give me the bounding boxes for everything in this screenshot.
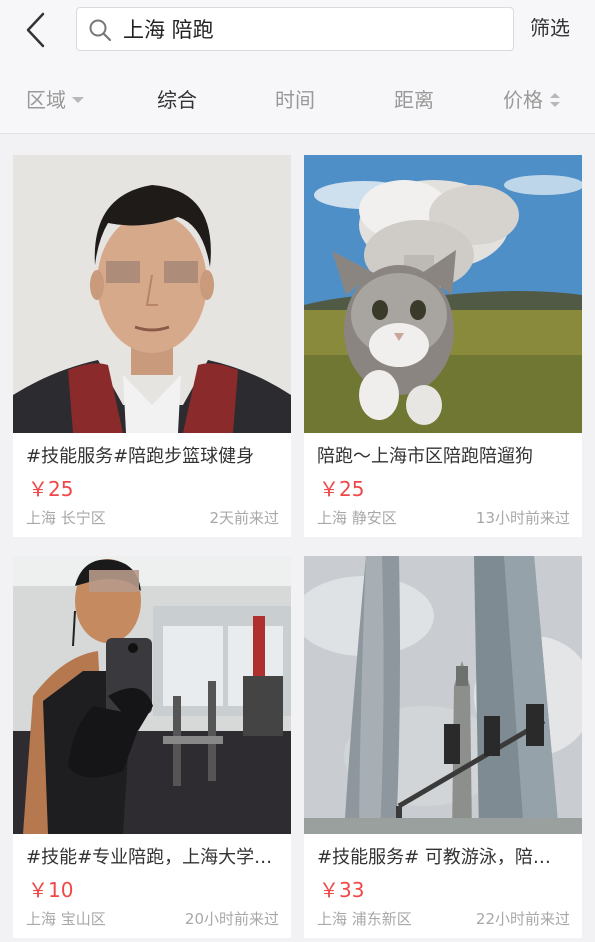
listing-card[interactable]: #技能服务#陪跑步篮球健身 ￥25 上海 长宁区 2天前来过: [13, 155, 291, 537]
listing-last-active: 2天前来过: [209, 509, 279, 527]
listing-last-active: 22小时前来过: [475, 910, 570, 928]
listing-photo-gym-selfie: [13, 556, 291, 834]
chevron-left-icon: [26, 12, 45, 48]
listing-photo-cat: [304, 155, 582, 433]
sort-updown-icon: [550, 93, 560, 107]
listing-photo-shanghai-towers: [304, 556, 582, 834]
listing-location: 上海 浦东新区: [317, 910, 412, 928]
sort-tabs: 区域 综合 时间 距离 价格: [0, 66, 595, 134]
tab-distance[interactable]: 距离: [394, 66, 434, 134]
listing-last-active: 20小时前来过: [184, 910, 279, 928]
listing-location: 上海 宝山区: [26, 910, 106, 928]
tab-distance-label: 距离: [394, 88, 434, 112]
tab-region[interactable]: 区域: [26, 66, 84, 134]
tab-region-label: 区域: [26, 88, 66, 112]
listing-price: ￥33: [319, 878, 365, 902]
listing-card[interactable]: 陪跑～上海市区陪跑陪遛狗 ￥25 上海 静安区 13小时前来过: [304, 155, 582, 537]
tab-overall[interactable]: 综合: [157, 66, 197, 134]
listing-title: #技能服务#陪跑步篮球健身: [26, 446, 255, 467]
listing-last-active: 13小时前来过: [475, 509, 570, 527]
listing-card[interactable]: #技能#专业陪跑，上海大学… ￥10 上海 宝山区 20小时前来过: [13, 556, 291, 938]
tab-time[interactable]: 时间: [275, 66, 315, 134]
listing-price: ￥10: [28, 878, 74, 902]
search-input[interactable]: 上海 陪跑: [76, 7, 514, 51]
listing-price: ￥25: [28, 477, 74, 501]
tab-time-label: 时间: [275, 88, 315, 112]
listing-title: #技能服务# 可教游泳，陪…: [317, 847, 551, 868]
listing-title: #技能#专业陪跑，上海大学…: [26, 847, 273, 868]
listing-card[interactable]: #技能服务# 可教游泳，陪… ￥33 上海 浦东新区 22小时前来过: [304, 556, 582, 938]
search-icon: [89, 19, 112, 42]
tab-price-label: 价格: [503, 88, 543, 112]
top-bar: 上海 陪跑 筛选: [0, 0, 595, 66]
back-button[interactable]: [18, 10, 58, 50]
listing-title: 陪跑～上海市区陪跑陪遛狗: [317, 446, 533, 467]
caret-down-icon: [72, 97, 84, 103]
filter-button[interactable]: 筛选: [530, 8, 570, 48]
listing-photo-man-portrait: [13, 155, 291, 433]
listing-location: 上海 静安区: [317, 509, 397, 527]
listing-location: 上海 长宁区: [26, 509, 106, 527]
search-query-text: 上海 陪跑: [123, 18, 214, 42]
tab-overall-label: 综合: [157, 88, 197, 112]
listing-price: ￥25: [319, 477, 365, 501]
tab-price[interactable]: 价格: [503, 66, 561, 134]
